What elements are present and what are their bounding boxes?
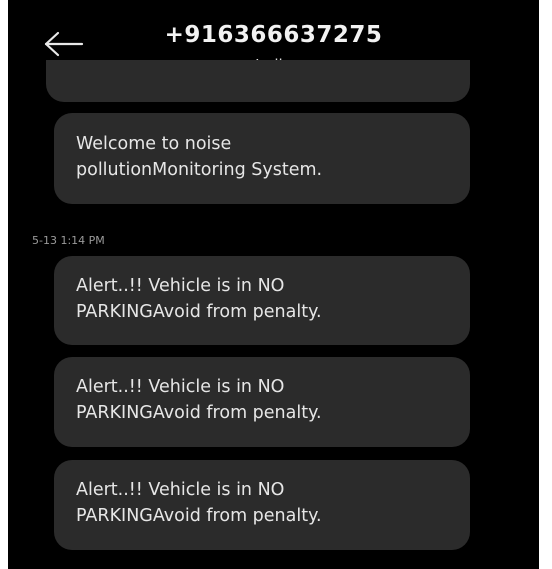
message-text-line: PARKINGAvoid from penalty.	[76, 403, 322, 423]
message-text-line: Welcome to noise	[76, 134, 232, 154]
message-text-line: Alert..!! Vehicle is in NO	[76, 377, 285, 397]
message-text-line: pollutionMonitoring System.	[76, 160, 323, 180]
message-text-line: PARKINGAvoid from penalty.	[76, 506, 322, 526]
message-bubble-alert[interactable]: Alert..!! Vehicle is in NO PARKINGAvoid …	[54, 460, 470, 550]
message-text-line: Alert..!! Vehicle is in NO	[76, 276, 285, 296]
message-text-line: PARKINGAvoid from penalty.	[76, 302, 322, 322]
message-bubble-welcome[interactable]: Welcome to noise pollutionMonitoring Sys…	[54, 113, 470, 204]
contact-number: +916366637275	[164, 22, 383, 48]
message-bubble-alert[interactable]: Alert..!! Vehicle is in NO PARKINGAvoid …	[54, 256, 470, 345]
message-bubble-alert[interactable]: Alert..!! Vehicle is in NO PARKINGAvoid …	[54, 357, 470, 447]
message-bubble-partial[interactable]	[46, 60, 470, 102]
message-timestamp: 5-13 1:14 PM	[32, 234, 105, 247]
messages-screen: +916366637275 India Welcome to noise pol…	[8, 0, 539, 569]
message-text-line: Alert..!! Vehicle is in NO	[76, 480, 285, 500]
